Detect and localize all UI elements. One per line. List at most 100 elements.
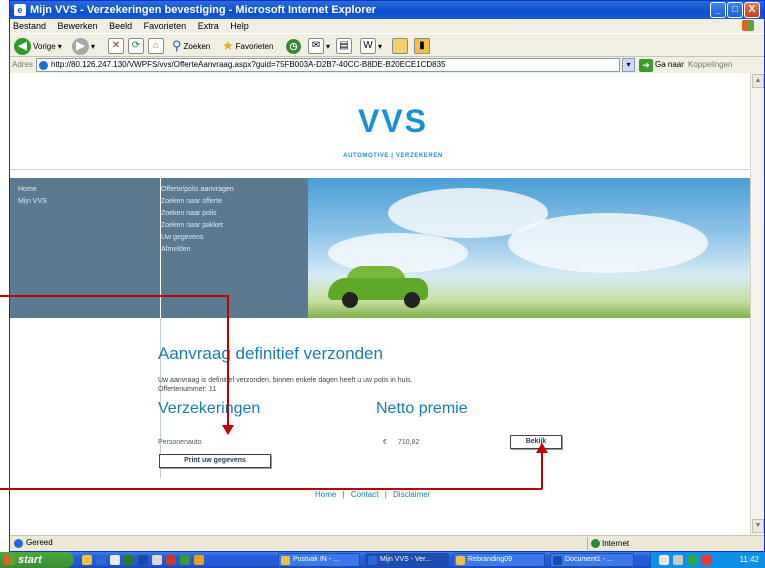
quicklaunch-excel-icon[interactable] (124, 555, 134, 565)
menu-favorieten[interactable]: Favorieten (144, 21, 187, 31)
quicklaunch-app-icon[interactable] (152, 555, 162, 565)
page-icon (39, 61, 48, 70)
quicklaunch-app-icon[interactable] (180, 555, 190, 565)
go-button[interactable]: ➜ Ga naar (639, 58, 684, 72)
system-tray: 11:42 (650, 552, 765, 568)
outlook-icon (281, 556, 290, 565)
address-bar: Adres http://80.126.247.130/VWPFS/vvs/Of… (10, 57, 764, 73)
address-input[interactable]: http://80.126.247.130/VWPFS/vvs/OfferteA… (36, 58, 620, 72)
status-text: Gereed (26, 538, 53, 547)
scroll-down-arrow[interactable]: ▼ (752, 519, 764, 533)
favorites-label: Favorieten (235, 41, 274, 51)
mail-button[interactable]: ✉ ▾ (308, 37, 330, 55)
premium-amount: 710,82 (398, 439, 420, 446)
task-label: Document1 - ... (565, 556, 613, 563)
address-dropdown[interactable]: ▾ (622, 58, 635, 72)
back-button[interactable]: ◀ Vorige ▾ (14, 37, 62, 55)
mail-icon: ✉ (308, 38, 324, 54)
favorites-button[interactable]: ★ Favorieten (222, 37, 273, 55)
go-label: Ga naar (655, 60, 684, 69)
premium-heading: Netto premie (376, 400, 468, 417)
insurance-heading: Verzekeringen (158, 400, 261, 417)
nav-zoeken-offerte[interactable]: Zoeken naar offerte (161, 198, 222, 205)
footer-links: Home | Contact | Disclaimer (313, 490, 432, 499)
task-label: Mijn VVS - Ver... (380, 556, 431, 563)
menu-bewerken[interactable]: Bewerken (58, 21, 98, 31)
forward-button[interactable]: ▶ ▾ (72, 37, 95, 55)
quicklaunch-ie-icon[interactable] (96, 555, 106, 565)
car-wheel (342, 292, 358, 308)
start-button[interactable]: start (0, 552, 74, 568)
links-toolbar[interactable]: Koppelingen (688, 57, 732, 73)
menu-bestand[interactable]: Bestand (13, 21, 46, 31)
sub-navigation: Offerte/polis aanvragen Zoeken naar offe… (160, 178, 308, 318)
messenger-button[interactable]: ▮ (414, 37, 430, 55)
browser-window: e Mijn VVS - Verzekeringen bevestiging -… (9, 0, 765, 552)
menu-beeld[interactable]: Beeld (109, 21, 132, 31)
task-mijn-vvs[interactable]: Mijn VVS - Ver... (365, 553, 449, 567)
home-button[interactable]: ⌂ (148, 37, 164, 55)
quicklaunch-folder-icon[interactable] (82, 555, 92, 565)
task-document1[interactable]: Document1 - ... (550, 553, 634, 567)
nav-uw-gegevens[interactable]: Uw gegevens (161, 234, 203, 241)
nav-mijn-vvs[interactable]: Mijn VVS (18, 198, 47, 205)
tray-icon[interactable] (673, 555, 683, 565)
footer-separator: | (384, 490, 387, 499)
nav-offerte-polis-aanvragen[interactable]: Offerte/polis aanvragen (161, 186, 234, 193)
quicklaunch-mail-icon[interactable] (110, 555, 120, 565)
annotation-arrowhead-up (536, 443, 548, 453)
nav-zoeken-pakket[interactable]: Zoeken naar pakket (161, 222, 223, 229)
footer-disclaimer-link[interactable]: Disclaimer (393, 490, 430, 499)
quicklaunch-app-icon[interactable] (194, 555, 204, 565)
maximize-button[interactable]: □ (727, 2, 743, 18)
annotation-line (0, 488, 542, 490)
nav-afmelden[interactable]: Afmelden (161, 246, 191, 253)
refresh-button[interactable]: ⟳ (128, 37, 144, 55)
stop-button[interactable]: ✕ (108, 37, 124, 55)
page-content: VVS AUTOMOTIVE | VERZEKEREN Home Mijn VV… (10, 73, 750, 535)
nav-home[interactable]: Home (18, 186, 37, 193)
message-text: Uw aanvraag is definitief verzonden, bin… (158, 377, 413, 384)
task-rebranding[interactable]: Rebranding09 (453, 553, 545, 567)
nav-zoeken-polis[interactable]: Zoeken naar polis (161, 210, 217, 217)
clock: 11:42 (739, 555, 759, 564)
search-button[interactable]: ⚲ Zoeken (172, 37, 210, 55)
task-postvak-in[interactable]: Postvak IN - ... (278, 553, 360, 567)
minimize-button[interactable]: _ (710, 2, 726, 18)
close-button[interactable]: X (744, 2, 760, 18)
edit-button[interactable]: W ▾ (360, 37, 382, 55)
address-label: Adres (12, 60, 33, 69)
print-details-button[interactable]: Print uw gegevens (159, 454, 271, 468)
logo-tagline: AUTOMOTIVE | VERZEKEREN (343, 153, 443, 159)
back-arrow-icon: ◀ (14, 37, 31, 55)
footer-home-link[interactable]: Home (315, 490, 336, 499)
quicklaunch-word-icon[interactable] (138, 555, 148, 565)
folder-button[interactable] (392, 37, 408, 55)
print-button[interactable]: ▤ (336, 37, 352, 55)
scroll-up-arrow[interactable]: ▲ (752, 74, 764, 88)
start-label: start (18, 554, 42, 566)
history-button[interactable]: ◷ (286, 37, 301, 55)
header-divider (10, 169, 750, 170)
tray-icon[interactable] (659, 555, 669, 565)
page-heading: Aanvraag definitief verzonden (158, 344, 383, 363)
main-navigation: Home Mijn VVS (10, 178, 160, 318)
address-url: http://80.126.247.130/VWPFS/vvs/OfferteA… (51, 60, 446, 69)
vertical-scrollbar[interactable]: ▲ ▼ (750, 73, 764, 535)
menu-help[interactable]: Help (230, 21, 249, 31)
status-bar: Gereed Internet (10, 535, 764, 551)
quicklaunch-app-icon[interactable] (166, 555, 176, 565)
footer-contact-link[interactable]: Contact (351, 490, 379, 499)
product-label: Personenauto (158, 439, 202, 446)
security-zone: Internet (587, 537, 757, 550)
chevron-down-icon: ▾ (378, 41, 383, 51)
refresh-icon: ⟳ (128, 38, 144, 54)
go-arrow-icon: ➜ (639, 58, 653, 72)
title-bar[interactable]: e Mijn VVS - Verzekeringen bevestiging -… (10, 1, 764, 19)
chevron-down-icon: ▾ (57, 41, 62, 51)
tray-icon[interactable] (687, 555, 697, 565)
menu-extra[interactable]: Extra (198, 21, 219, 31)
word-icon (553, 556, 562, 565)
car-wheel (404, 292, 420, 308)
tray-icon[interactable] (701, 555, 711, 565)
